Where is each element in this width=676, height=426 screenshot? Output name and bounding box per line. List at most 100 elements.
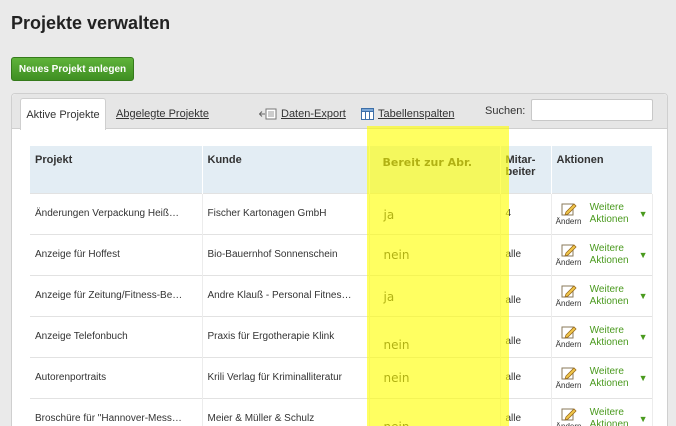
more-actions-line1: Weitere — [589, 283, 624, 295]
more-actions-line2: Aktionen — [589, 377, 629, 389]
cell-actions: Ändern WeitereAktionen ▼ — [551, 356, 653, 398]
cell-client: Bio-Bauernhof Sonnenschein — [202, 233, 370, 275]
cell-staff: alle — [500, 315, 552, 357]
header-actions: Aktionen — [551, 146, 653, 193]
cell-staff: alle — [500, 356, 552, 398]
search-input[interactable] — [531, 99, 653, 121]
header-client[interactable]: Kunde — [202, 146, 370, 193]
header-billing[interactable]: Bereit zur Abr. — [369, 146, 501, 193]
data-export-label: Daten-Export — [281, 107, 346, 120]
projects-table: Projekt Kunde Bereit zur Abr. Mitar-beit… — [30, 146, 653, 426]
cell-project[interactable]: Broschüre für "Hannover-Mess… — [30, 397, 203, 426]
cell-billing: nein — [369, 397, 501, 426]
edit-icon — [561, 366, 577, 381]
edit-icon — [561, 202, 577, 217]
cell-client: Andre Klauß - Personal Fitnes… — [202, 274, 370, 316]
table-columns-link[interactable]: Tabellenspalten — [361, 98, 454, 129]
tab-active-projects[interactable]: Aktive Projekte — [20, 98, 106, 130]
cell-billing: nein — [369, 315, 501, 357]
edit-button[interactable]: Ändern — [556, 243, 582, 267]
edit-icon — [561, 243, 577, 258]
edit-label: Ändern — [555, 339, 582, 349]
edit-label: Ändern — [555, 216, 582, 226]
cell-billing: nein — [369, 233, 501, 275]
columns-icon — [361, 107, 374, 120]
more-actions-button[interactable]: Weitere Aktionen — [590, 243, 629, 267]
more-actions-line2: Aktionen — [589, 418, 629, 426]
cell-actions: Ändern WeitereAktionen ▼ — [551, 274, 653, 316]
cell-staff: 4 — [500, 192, 552, 234]
cell-actions: Ändern WeitereAktionen ▼ — [551, 315, 653, 357]
edit-button[interactable]: Ändern — [556, 202, 582, 226]
edit-label: Ändern — [555, 298, 582, 308]
edit-button[interactable]: Ändern — [556, 284, 582, 308]
tab-bar: Aktive Projekte Abgelegte Projekte Daten… — [12, 94, 667, 130]
cell-billing: nein — [369, 356, 501, 398]
more-actions-line1: Weitere — [589, 242, 624, 254]
more-actions-line1: Weitere — [589, 201, 624, 213]
table-columns-label: Tabellenspalten — [378, 107, 455, 120]
page-title: Projekte verwalten — [11, 13, 171, 33]
edit-button[interactable]: Ändern — [556, 407, 582, 426]
cell-client: Meier & Müller & Schulz — [202, 397, 370, 426]
data-export-link[interactable]: Daten-Export — [259, 98, 346, 129]
more-actions-button[interactable]: Weitere Aktionen — [590, 366, 629, 390]
projects-panel: Aktive Projekte Abgelegte Projekte Daten… — [11, 93, 668, 426]
more-actions-line2: Aktionen — [589, 213, 629, 225]
more-actions-line1: Weitere — [589, 406, 624, 418]
table-row[interactable]: Anzeige für Hoffest Bio-Bauernhof Sonnens… — [30, 233, 653, 275]
cell-project[interactable]: Autorenportraits — [30, 356, 203, 398]
cell-project[interactable]: Anzeige für Hoffest — [30, 233, 203, 275]
more-actions-button[interactable]: Weitere Aktionen — [590, 325, 629, 349]
cell-staff: alle — [500, 397, 552, 426]
cell-billing: ja — [369, 274, 501, 316]
cell-project[interactable]: Anzeige Telefonbuch — [30, 315, 203, 357]
caret-down-icon[interactable]: ▼ — [639, 209, 648, 219]
tab-archived-projects[interactable]: Abgelegte Projekte — [116, 98, 209, 129]
table-row[interactable]: Broschüre für "Hannover-Mess… Meier & Mül… — [30, 397, 653, 426]
cell-project[interactable]: Änderungen Verpackung Heiß… — [30, 192, 203, 234]
edit-button[interactable]: Ändern — [556, 366, 582, 390]
table-row[interactable]: Änderungen Verpackung Heiß… Fischer Karto… — [30, 192, 653, 234]
edit-icon — [561, 284, 577, 299]
header-staff-line2: beiter — [505, 166, 536, 178]
header-staff[interactable]: Mitar-beiter — [500, 146, 552, 193]
edit-label: Ändern — [555, 257, 582, 267]
more-actions-line1: Weitere — [589, 365, 624, 377]
more-actions-line1: Weitere — [589, 324, 624, 336]
caret-down-icon[interactable]: ▼ — [639, 332, 648, 342]
more-actions-button[interactable]: Weitere Aktionen — [590, 407, 629, 426]
cell-client: Fischer Kartonagen GmbH — [202, 192, 370, 234]
cell-staff: alle — [500, 233, 552, 275]
caret-down-icon[interactable]: ▼ — [639, 291, 648, 301]
more-actions-button[interactable]: Weitere Aktionen — [590, 284, 629, 308]
header-staff-line1: Mitar- — [505, 154, 536, 166]
header-project[interactable]: Projekt — [30, 146, 203, 193]
cell-billing: ja — [369, 192, 501, 234]
cell-client: Praxis für Ergotherapie Klink — [202, 315, 370, 357]
more-actions-line2: Aktionen — [589, 336, 629, 348]
cell-staff: alle — [500, 274, 552, 316]
cell-project[interactable]: Anzeige für Zeitung/Fitness-Be… — [30, 274, 203, 316]
new-project-button[interactable]: Neues Projekt anlegen — [11, 57, 134, 81]
more-actions-button[interactable]: Weitere Aktionen — [590, 202, 629, 226]
edit-button[interactable]: Ändern — [556, 325, 582, 349]
table-row[interactable]: Autorenportraits Krili Verlag für Krimina… — [30, 356, 653, 398]
caret-down-icon[interactable]: ▼ — [639, 250, 648, 260]
table-row[interactable]: Anzeige für Zeitung/Fitness-Be… Andre Kla… — [30, 274, 653, 316]
cell-actions: Ändern WeitereAktionen ▼ — [551, 233, 653, 275]
edit-label: Ändern — [556, 422, 582, 426]
edit-label: Ändern — [555, 380, 582, 390]
export-icon — [259, 108, 277, 120]
more-actions-line2: Aktionen — [589, 254, 629, 266]
table-row[interactable]: Anzeige Telefonbuch Praxis für Ergotherap… — [30, 315, 653, 357]
edit-icon — [561, 407, 577, 422]
more-actions-line2: Aktionen — [589, 295, 629, 307]
caret-down-icon[interactable]: ▼ — [639, 414, 648, 424]
search-label: Suchen: — [485, 105, 526, 117]
caret-down-icon[interactable]: ▼ — [639, 373, 648, 383]
cell-actions: Ändern WeitereAktionen ▼ — [551, 192, 653, 234]
table-header-row: Projekt Kunde Bereit zur Abr. Mitar-beit… — [30, 146, 653, 193]
edit-icon — [561, 325, 577, 340]
cell-actions: Ändern WeitereAktionen ▼ — [551, 397, 653, 426]
